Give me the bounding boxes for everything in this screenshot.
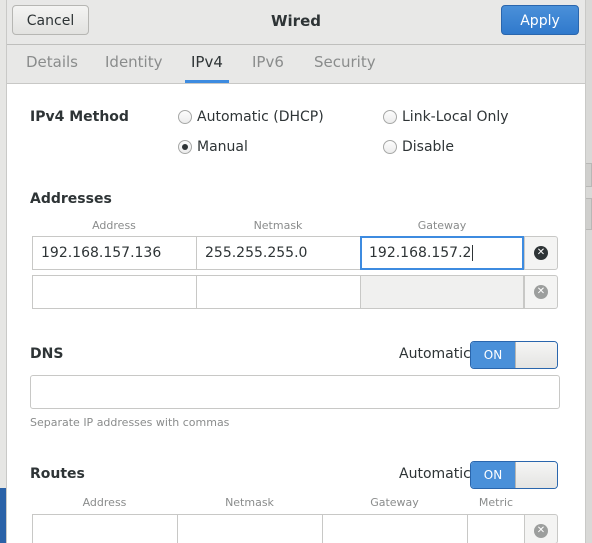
column-header-gateway: Gateway — [417, 219, 467, 232]
switch-knob — [515, 342, 557, 368]
delete-address-button[interactable]: ✕ — [524, 236, 558, 270]
column-header-netmask: Netmask — [253, 219, 303, 232]
routes-automatic-label: Automatic — [399, 466, 471, 482]
apply-button[interactable]: Apply — [501, 5, 579, 35]
address-field-empty[interactable] — [32, 275, 197, 309]
tab-identity[interactable]: Identity — [105, 45, 163, 83]
radio-manual[interactable]: Manual — [178, 139, 248, 155]
radio-label: Disable — [402, 139, 454, 155]
address-value: 192.168.157.136 — [41, 245, 162, 261]
route-column-netmask: Netmask — [225, 496, 274, 509]
remove-icon: ✕ — [534, 285, 548, 299]
radio-disable[interactable]: Disable — [383, 139, 454, 155]
delete-address-button-disabled[interactable]: ✕ — [524, 275, 558, 309]
route-gateway-field[interactable] — [322, 514, 468, 543]
column-header-address: Address — [92, 219, 136, 232]
tab-bar: Details Identity IPv4 IPv6 Security — [7, 45, 585, 84]
dns-hint: Separate IP addresses with commas — [30, 416, 230, 429]
radio-label: Manual — [197, 139, 248, 155]
route-address-field[interactable] — [32, 514, 178, 543]
gateway-field-empty[interactable] — [360, 275, 524, 309]
radio-indicator — [383, 110, 397, 124]
dns-automatic-switch[interactable]: ON — [470, 341, 558, 369]
dns-automatic-label: Automatic — [399, 346, 471, 362]
gateway-value: 192.168.157.2 — [369, 245, 472, 261]
radio-label: Automatic (DHCP) — [197, 109, 324, 125]
switch-knob — [515, 462, 557, 488]
radio-automatic-dhcp[interactable]: Automatic (DHCP) — [178, 109, 324, 125]
header-bar: Cancel Wired Apply — [7, 0, 585, 45]
route-column-address: Address — [82, 496, 127, 509]
wired-settings-dialog: Cancel Wired Apply Details Identity IPv4… — [6, 0, 586, 543]
route-column-gateway: Gateway — [370, 496, 419, 509]
switch-on-label: ON — [471, 342, 515, 368]
tab-ipv6[interactable]: IPv6 — [252, 45, 284, 83]
ipv4-method-label: IPv4 Method — [30, 109, 129, 125]
routes-label: Routes — [30, 466, 85, 482]
netmask-field[interactable]: 255.255.255.0 — [196, 236, 361, 270]
tab-ipv4[interactable]: IPv4 — [185, 45, 229, 83]
netmask-value: 255.255.255.0 — [205, 245, 308, 261]
netmask-field-empty[interactable] — [196, 275, 361, 309]
delete-route-button[interactable]: ✕ — [524, 514, 558, 543]
switch-on-label: ON — [471, 462, 515, 488]
route-metric-field[interactable] — [467, 514, 525, 543]
remove-icon: ✕ — [534, 524, 548, 538]
route-netmask-field[interactable] — [177, 514, 323, 543]
text-cursor — [472, 245, 474, 261]
address-field[interactable]: 192.168.157.136 — [32, 236, 197, 270]
radio-indicator — [178, 110, 192, 124]
addresses-label: Addresses — [30, 191, 112, 207]
remove-icon: ✕ — [534, 246, 548, 260]
radio-link-local-only[interactable]: Link-Local Only — [383, 109, 509, 125]
dns-label: DNS — [30, 346, 64, 362]
radio-indicator — [383, 140, 397, 154]
radio-indicator-selected — [178, 140, 192, 154]
tab-details[interactable]: Details — [26, 45, 78, 83]
radio-label: Link-Local Only — [402, 109, 509, 125]
dns-input[interactable] — [30, 375, 560, 409]
routes-automatic-switch[interactable]: ON — [470, 461, 558, 489]
gateway-field[interactable]: 192.168.157.2 — [360, 236, 524, 270]
route-column-metric: Metric — [478, 496, 514, 509]
tab-security[interactable]: Security — [314, 45, 376, 83]
dialog-title: Wired — [271, 12, 321, 30]
